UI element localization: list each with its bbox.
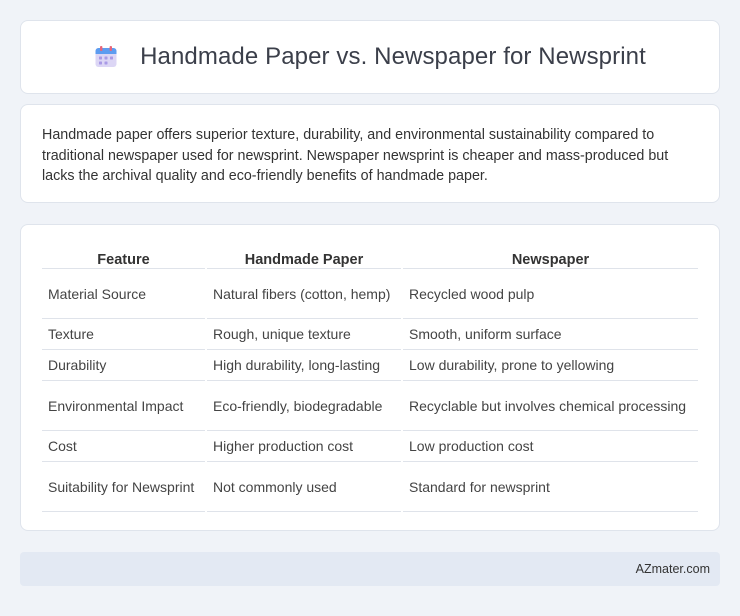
table-cell: Cost (42, 431, 205, 462)
table-cell: Suitability for Newsprint (42, 462, 205, 512)
table-cell: Rough, unique texture (207, 319, 401, 350)
footer-site-link[interactable]: AZmater.com (636, 562, 710, 576)
table-cell: Natural fibers (cotton, hemp) (207, 269, 401, 319)
table-cell: Standard for newsprint (403, 462, 698, 512)
title-wrap: Handmade Paper vs. Newspaper for Newspri… (94, 43, 646, 71)
table-cell: Recyclable but involves chemical process… (403, 381, 698, 431)
table-row: Environmental Impact Eco-friendly, biode… (42, 381, 698, 431)
table-cell: Higher production cost (207, 431, 401, 462)
column-header-newspaper: Newspaper (403, 245, 698, 269)
table-cell: Smooth, uniform surface (403, 319, 698, 350)
table-row: Material Source Natural fibers (cotton, … (42, 269, 698, 319)
column-header-feature: Feature (42, 245, 205, 269)
calendar-icon (94, 45, 118, 69)
table-cell: Texture (42, 319, 205, 350)
table-row: Texture Rough, unique texture Smooth, un… (42, 319, 698, 350)
table-header-row: Feature Handmade Paper Newspaper (42, 245, 698, 269)
table-cell: Not commonly used (207, 462, 401, 512)
table-cell: Low production cost (403, 431, 698, 462)
comparison-table-card: Feature Handmade Paper Newspaper Materia… (20, 224, 720, 531)
page-title: Handmade Paper vs. Newspaper for Newspri… (140, 43, 646, 70)
footer: AZmater.com (20, 552, 720, 586)
table-cell: Durability (42, 350, 205, 381)
table-cell: Eco-friendly, biodegradable (207, 381, 401, 431)
summary-text: Handmade paper offers superior texture, … (42, 127, 669, 184)
table-cell: High durability, long-lasting (207, 350, 401, 381)
table-row: Cost Higher production cost Low producti… (42, 431, 698, 462)
column-header-handmade-paper: Handmade Paper (207, 245, 401, 269)
table-cell: Low durability, prone to yellowing (403, 350, 698, 381)
table-row: Suitability for Newsprint Not commonly u… (42, 462, 698, 512)
summary-card: Handmade paper offers superior texture, … (20, 104, 720, 203)
table-cell: Material Source (42, 269, 205, 319)
header-card: Handmade Paper vs. Newspaper for Newspri… (20, 20, 720, 94)
table-cell: Recycled wood pulp (403, 269, 698, 319)
comparison-table: Feature Handmade Paper Newspaper Materia… (40, 245, 700, 512)
table-row: Durability High durability, long-lasting… (42, 350, 698, 381)
table-cell: Environmental Impact (42, 381, 205, 431)
